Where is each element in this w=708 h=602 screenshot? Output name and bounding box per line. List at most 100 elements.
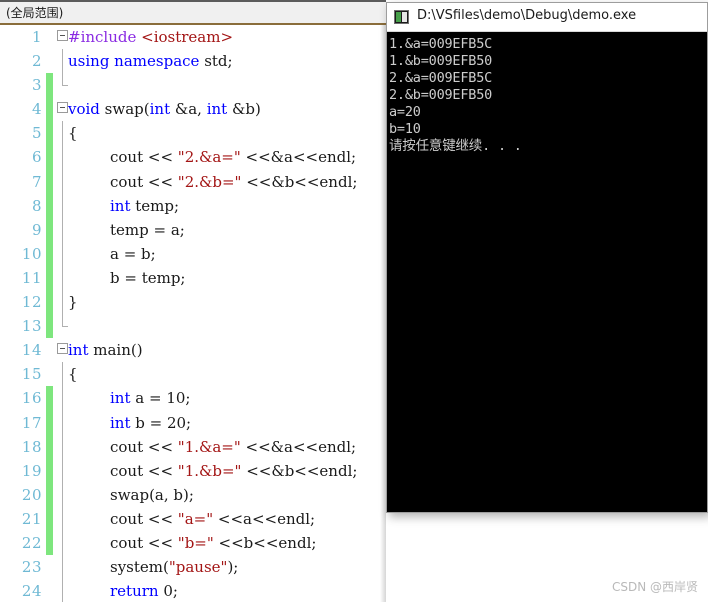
line-number: 19 <box>21 461 42 480</box>
code-line[interactable]: 8 int temp; <box>0 193 386 218</box>
outlining-guide-line <box>62 290 63 315</box>
console-title-text: D:\VSfiles\demo\Debug\demo.exe <box>417 8 637 23</box>
code-line[interactable]: 18 cout << "1.&a=" <<&a<<endl; <box>0 434 386 459</box>
code-token: temp; <box>130 196 180 215</box>
code-line[interactable]: 17 int b = 20; <box>0 410 386 435</box>
scope-navigation-bar: (全局范围) <box>0 0 386 25</box>
code-line[interactable]: 16 int a = 10; <box>0 386 386 411</box>
code-line[interactable]: 19 cout << "1.&b=" <<&b<<endl; <box>0 458 386 483</box>
code-line[interactable]: 9 temp = a; <box>0 217 386 242</box>
outlining-guide-line <box>62 145 63 170</box>
console-window[interactable]: D:\VSfiles\demo\Debug\demo.exe 1.&a=009E… <box>386 2 708 513</box>
code-text: cout << "2.&a=" <<&a<<endl; <box>110 145 356 169</box>
collapse-region-icon[interactable] <box>57 102 68 114</box>
code-line[interactable]: 20 swap(a, b); <box>0 482 386 507</box>
code-line[interactable]: 6 cout << "2.&a=" <<&a<<endl; <box>0 145 386 170</box>
outlining-guide-line <box>62 458 63 483</box>
code-token: system( <box>110 558 169 577</box>
code-token: int <box>110 389 131 408</box>
code-token: &b) <box>227 100 261 119</box>
line-number: 11 <box>21 268 42 287</box>
code-text: cout << "2.&b=" <<&b<<endl; <box>110 170 357 194</box>
code-line[interactable]: 15 { <box>0 362 386 387</box>
outlining-guide-line <box>62 506 63 531</box>
console-title-bar[interactable]: D:\VSfiles\demo\Debug\demo.exe <box>387 3 707 32</box>
console-output-line: 1.&b=009EFB50 <box>389 53 493 69</box>
line-number: 2 <box>31 52 42 71</box>
line-number: 21 <box>21 509 42 528</box>
code-token: void <box>68 100 100 119</box>
change-indicator-bar <box>46 314 53 339</box>
code-text: int main() <box>68 338 143 362</box>
change-indicator-bar <box>46 434 53 459</box>
line-number: 8 <box>31 196 42 215</box>
line-number: 4 <box>31 100 42 119</box>
collapse-region-icon[interactable] <box>57 30 68 41</box>
code-text: { <box>68 362 78 386</box>
collapse-region-icon[interactable] <box>57 343 68 355</box>
outlining-guide-line <box>62 362 63 387</box>
code-text: } <box>68 290 78 314</box>
code-line[interactable]: 14 int main() <box>0 338 386 362</box>
code-line[interactable]: 22 cout << "b=" <<b<<endl; <box>0 530 386 556</box>
line-number: 15 <box>21 365 42 384</box>
code-text: temp = a; <box>110 218 185 242</box>
code-token: "b=" <box>177 533 214 552</box>
code-line[interactable]: 11 b = temp; <box>0 265 386 291</box>
console-output-line: 1.&a=009EFB5C <box>389 36 493 52</box>
console-output-line: 请按任意键继续. . . <box>389 138 522 154</box>
outlining-guide-line <box>62 49 63 74</box>
code-token: "2.&a=" <box>177 148 241 167</box>
code-token: int <box>206 100 228 119</box>
change-indicator-bar <box>46 458 53 483</box>
change-indicator-bar <box>46 217 53 242</box>
code-token: <<b<<endl; <box>213 533 317 552</box>
change-indicator-bar <box>46 145 53 170</box>
code-line[interactable]: 3 <box>0 73 386 98</box>
outlining-guide-line <box>62 169 63 194</box>
change-indicator-bar <box>46 97 53 122</box>
code-text: #include <iostream> <box>68 25 233 49</box>
line-number: 20 <box>21 485 42 504</box>
watermark-text: CSDN @西岸贤 <box>611 580 698 594</box>
line-number: 23 <box>21 558 42 577</box>
code-line[interactable]: 21 cout << "a=" <<a<<endl; <box>0 506 386 531</box>
outlining-guide-line <box>62 73 68 87</box>
code-text: int temp; <box>110 194 179 218</box>
code-token: int <box>110 196 131 215</box>
change-indicator-bar <box>46 73 53 98</box>
code-text: b = temp; <box>110 266 186 290</box>
code-text: int a = 10; <box>110 386 190 410</box>
outlining-guide-line <box>62 434 63 459</box>
code-line[interactable]: 12} <box>0 290 386 315</box>
code-token: <<&a<<endl; <box>240 437 357 456</box>
code-token: "pause" <box>168 558 228 577</box>
change-indicator-bar <box>46 169 53 194</box>
code-line[interactable]: 10 a = b; <box>0 241 386 266</box>
scope-dropdown-label[interactable]: (全局范围) <box>6 4 63 21</box>
console-output-line: 2.&a=009EFB5C <box>389 70 493 86</box>
code-line[interactable]: 24 return 0; <box>0 579 386 602</box>
console-icon-green-block <box>396 12 401 22</box>
code-line[interactable]: 13 <box>0 314 386 339</box>
code-token: cout << <box>110 509 178 528</box>
code-line[interactable]: 1 #include <iostream> <box>0 25 386 49</box>
code-token: <<&a<<endl; <box>240 148 357 167</box>
code-text: cout << "1.&b=" <<&b<<endl; <box>110 459 357 483</box>
code-line[interactable]: 5{ <box>0 121 386 146</box>
code-line[interactable]: 2 using namespace std; <box>0 49 386 74</box>
code-line[interactable]: 4 void swap(int &a, int &b) <box>0 97 386 122</box>
code-line[interactable]: 7 cout << "2.&b=" <<&b<<endl; <box>0 169 386 194</box>
console-output-line: b=10 <box>389 121 421 137</box>
change-indicator-bar <box>46 386 53 411</box>
code-line[interactable]: 23 system("pause"); <box>0 555 386 580</box>
code-token: <<&b<<endl; <box>241 461 358 480</box>
line-number: 13 <box>21 317 42 336</box>
console-output-line: a=20 <box>389 104 421 120</box>
line-number: 7 <box>31 172 42 191</box>
line-number: 9 <box>31 220 42 239</box>
code-token: swap(a, b); <box>110 485 194 504</box>
outlining-guide-line <box>62 555 63 580</box>
code-editor[interactable]: 1 #include <iostream> 2 using namespace std… <box>0 25 386 602</box>
code-token: int <box>149 100 171 119</box>
